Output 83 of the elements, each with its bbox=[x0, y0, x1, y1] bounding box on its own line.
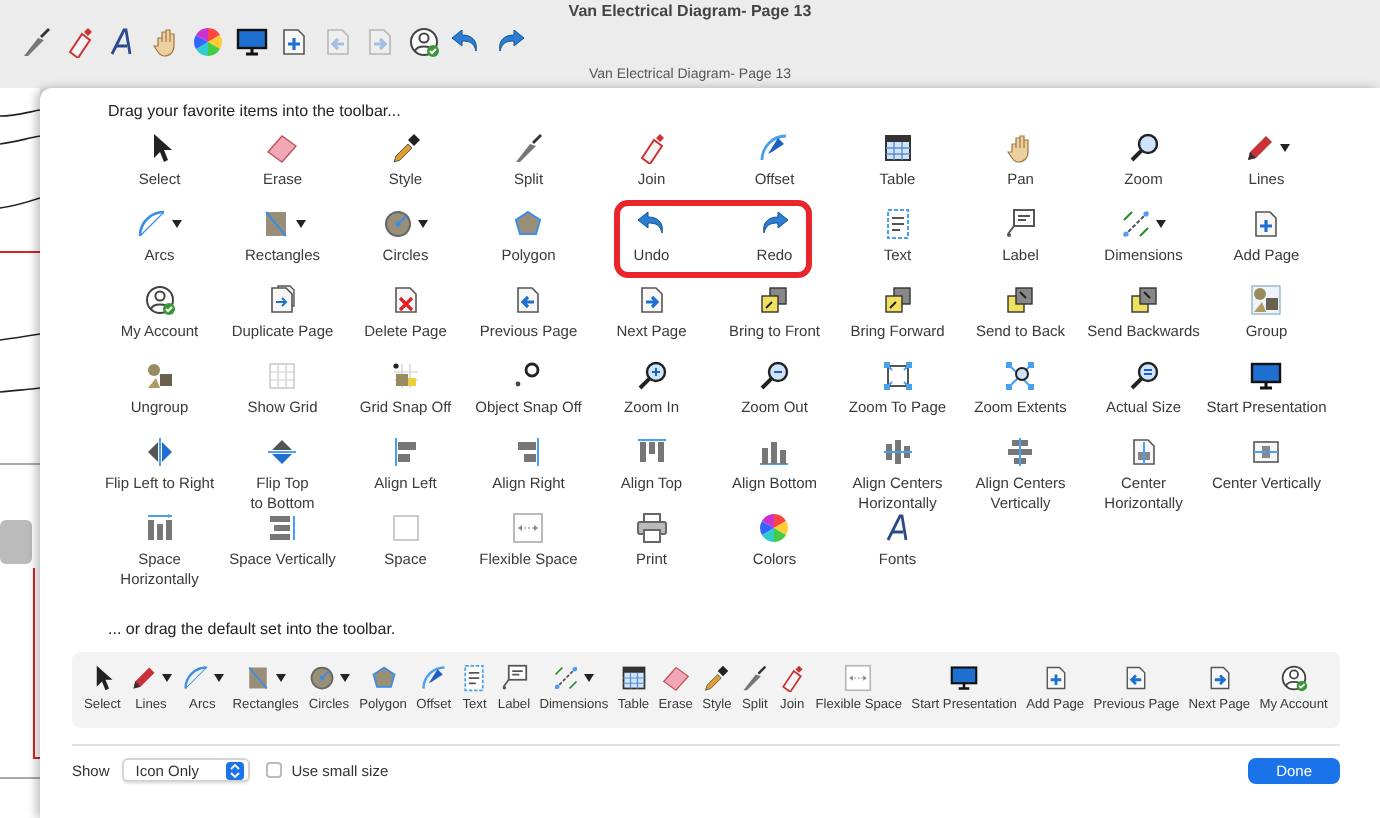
grid-icon bbox=[266, 360, 299, 392]
rectangle-icon bbox=[259, 208, 292, 240]
align-right-icon bbox=[512, 436, 545, 468]
page-right-arrow-icon bbox=[635, 284, 668, 316]
align-centers-icon bbox=[1004, 436, 1037, 468]
zoom-extents-icon bbox=[1004, 360, 1037, 392]
flexible-space-icon bbox=[844, 664, 873, 693]
zoom-to-page-icon bbox=[881, 360, 914, 392]
align-bottom-icon bbox=[758, 436, 791, 468]
magnifier-icon bbox=[1127, 360, 1160, 392]
page-left-arrow-icon bbox=[1122, 664, 1151, 693]
dimension-icon bbox=[552, 664, 581, 693]
pencil-icon bbox=[1243, 132, 1276, 164]
blank-square-icon bbox=[389, 512, 422, 544]
arc-icon bbox=[136, 208, 169, 240]
color-wheel-icon[interactable] bbox=[192, 26, 224, 58]
group-icon bbox=[1250, 284, 1283, 316]
zoom-out-icon bbox=[758, 360, 791, 392]
grid-snap-icon bbox=[389, 360, 422, 392]
stacked-squares-icon bbox=[758, 284, 791, 316]
arc-icon bbox=[181, 664, 210, 693]
monitor-icon bbox=[950, 664, 979, 693]
page-plus-icon[interactable] bbox=[278, 26, 310, 58]
align-centers-icon bbox=[881, 436, 914, 468]
rectangle-icon bbox=[244, 664, 273, 693]
space-horizontal-icon bbox=[143, 512, 176, 544]
dimension-icon bbox=[1120, 208, 1153, 240]
small-size-checkbox[interactable] bbox=[265, 762, 282, 778]
page-plus-icon bbox=[1250, 208, 1283, 240]
eyedropper-icon bbox=[389, 132, 422, 164]
align-top-icon bbox=[635, 436, 668, 468]
glue-bottle-icon[interactable] bbox=[63, 26, 95, 58]
account-icon bbox=[1279, 664, 1308, 693]
magnifier-icon bbox=[1127, 132, 1160, 164]
monitor-icon[interactable] bbox=[235, 26, 267, 58]
monitor-icon bbox=[1250, 360, 1283, 392]
object-snap-icon bbox=[512, 360, 545, 392]
knife-icon bbox=[512, 132, 545, 164]
account-icon[interactable] bbox=[407, 26, 439, 58]
zoom-in-icon bbox=[635, 360, 668, 392]
section-heading: ... or drag the default set into the toolbar. bbox=[108, 620, 398, 638]
page-left-arrow-icon bbox=[512, 284, 545, 316]
page-plus-icon bbox=[1041, 664, 1070, 693]
eyedropper-icon bbox=[702, 664, 731, 693]
glue-bottle-icon bbox=[635, 132, 668, 164]
eraser-icon bbox=[266, 132, 299, 164]
color-wheel-icon bbox=[758, 512, 791, 544]
account-icon bbox=[143, 284, 176, 316]
stacked-squares-icon bbox=[1004, 284, 1037, 316]
circle-icon bbox=[382, 208, 415, 240]
offset-icon bbox=[419, 664, 448, 693]
center-on-page-icon bbox=[1250, 436, 1283, 468]
duplicate-page-icon bbox=[266, 284, 299, 316]
flip-horizontal-icon bbox=[143, 436, 176, 468]
flexible-space-icon bbox=[512, 512, 545, 544]
page-x-icon bbox=[389, 284, 422, 316]
label-icon bbox=[499, 664, 528, 693]
polygon-icon bbox=[512, 208, 545, 240]
eraser-icon bbox=[661, 664, 690, 693]
center-on-page-icon bbox=[1127, 436, 1160, 468]
section-heading: Drag your favorite items into the toolbar... bbox=[108, 102, 403, 120]
offset-icon bbox=[758, 132, 791, 164]
glue-bottle-icon bbox=[778, 664, 807, 693]
knife-icon[interactable] bbox=[20, 26, 52, 58]
stacked-squares-icon bbox=[1127, 284, 1160, 316]
align-left-icon bbox=[389, 436, 422, 468]
table-icon bbox=[881, 132, 914, 164]
stepper-icon bbox=[225, 761, 244, 779]
text-frame-icon bbox=[460, 664, 489, 693]
circle-icon bbox=[307, 664, 336, 693]
page-right-arrow-icon bbox=[1205, 664, 1234, 693]
stacked-squares-icon bbox=[881, 284, 914, 316]
ungroup-icon bbox=[143, 360, 176, 392]
pencil-icon bbox=[129, 664, 158, 693]
table-icon bbox=[619, 664, 648, 693]
label-icon bbox=[1004, 208, 1037, 240]
space-vertical-icon bbox=[266, 512, 299, 544]
window-title: Van Electrical Diagram- Page 13 bbox=[566, 0, 814, 22]
polygon-icon bbox=[369, 664, 398, 693]
knife-icon bbox=[740, 664, 769, 693]
printer-icon bbox=[635, 512, 668, 544]
hand-icon[interactable] bbox=[149, 26, 181, 58]
flip-vertical-icon bbox=[266, 436, 299, 468]
